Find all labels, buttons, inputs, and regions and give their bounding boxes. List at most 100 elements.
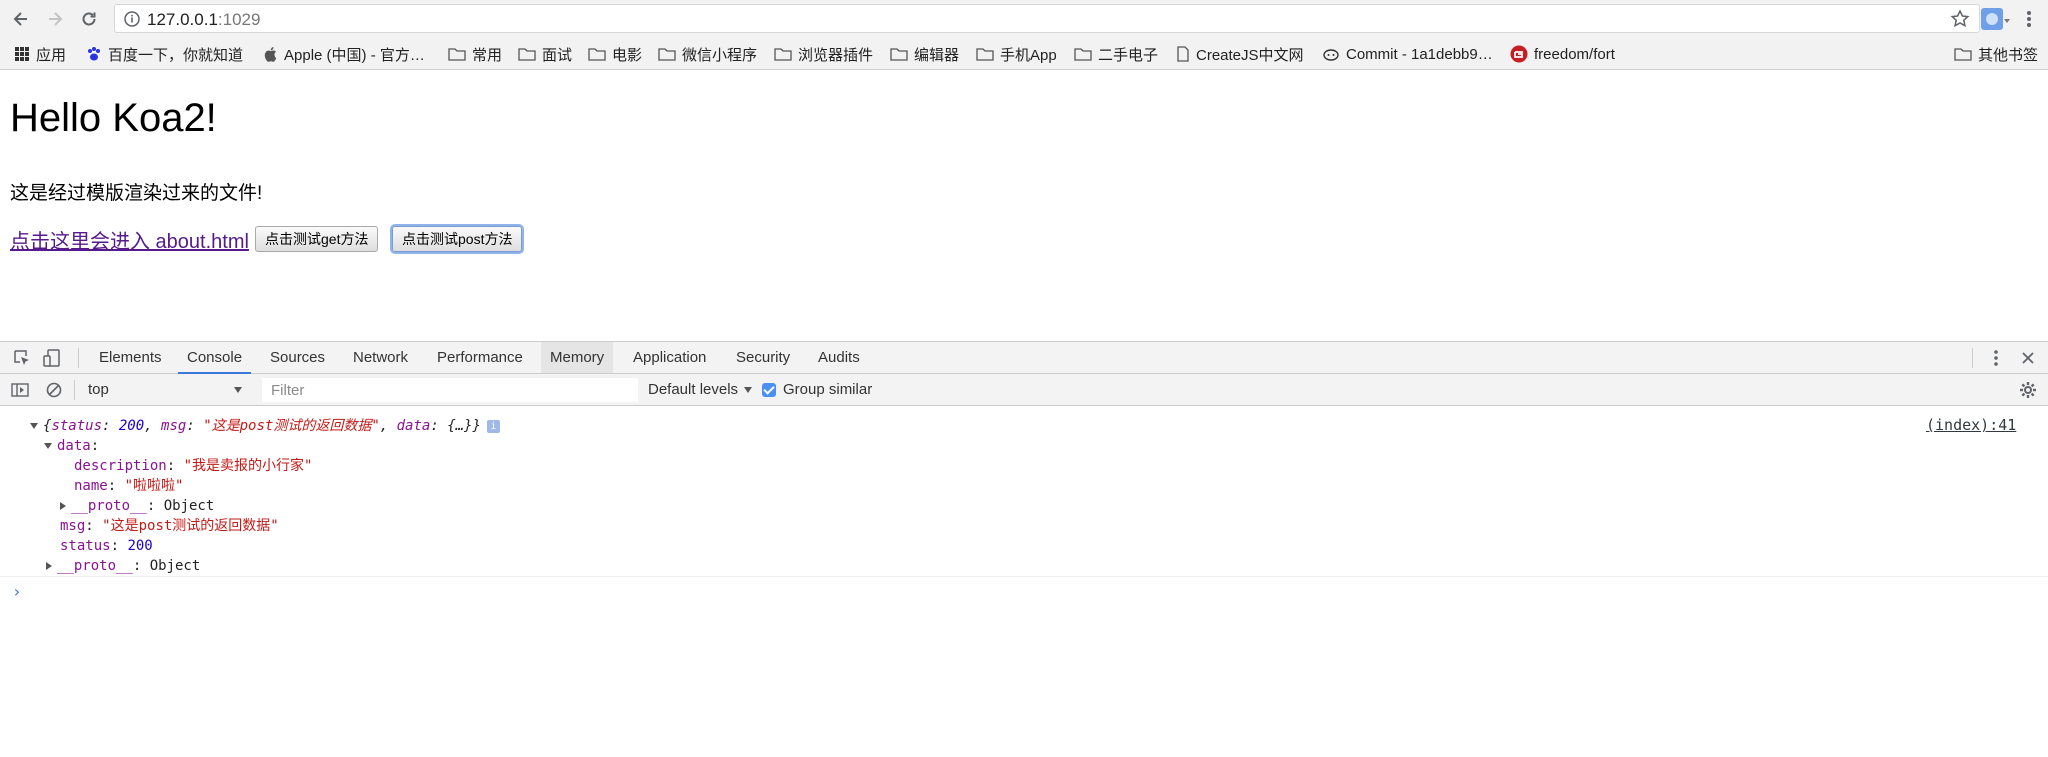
brace: } [472, 418, 481, 434]
tab-console[interactable]: Console [178, 342, 252, 374]
prop-key: data [57, 438, 91, 454]
prop-key: __proto__ [71, 498, 147, 514]
console-toolbar: top Default levels Group similar [0, 374, 2048, 406]
context-value: top [88, 381, 109, 398]
apps-grid-icon [15, 47, 29, 61]
expand-triangle-icon[interactable] [30, 423, 38, 429]
bookmark-label: 微信小程序 [682, 46, 758, 64]
bookmark-folder[interactable]: 面试 [518, 43, 572, 65]
summary-value: {…} [447, 418, 473, 434]
bookmark-other[interactable]: 其他书签 [1954, 43, 2038, 65]
folder-icon [658, 48, 676, 61]
url-text: 127.0.0.1:1029 [147, 10, 260, 30]
inspect-element-icon[interactable] [12, 348, 32, 368]
bookmark-folder[interactable]: 编辑器 [890, 43, 959, 65]
bookmark-gitee[interactable]: freedom/fort [1510, 43, 1615, 65]
folder-icon [976, 48, 994, 61]
vertical-dots-icon[interactable] [1986, 348, 2006, 368]
bookmark-commit[interactable]: Commit - 1a1debb9… [1322, 43, 1493, 65]
reload-button[interactable] [76, 6, 102, 32]
object-summary-row[interactable]: {status: 200, msg: "这是post测试的返回数据", data… [30, 416, 500, 436]
test-post-button[interactable]: 点击测试post方法 [392, 226, 523, 252]
gear-icon[interactable] [2018, 380, 2038, 400]
info-icon[interactable] [123, 10, 141, 28]
console-output: {status: 200, msg: "这是post测试的返回数据", data… [0, 406, 2048, 757]
folder-icon [1074, 48, 1092, 61]
sidebar-toggle-icon[interactable] [10, 380, 30, 400]
tab-sources[interactable]: Sources [261, 342, 334, 373]
device-toolbar-icon[interactable] [42, 348, 62, 368]
bookmark-folder[interactable]: 二手电子 [1074, 43, 1158, 65]
about-link[interactable]: 点击这里会进入 about.html [10, 225, 249, 254]
prop-key: status [60, 538, 111, 554]
apple-logo-icon [264, 47, 277, 62]
bookmark-label: 二手电子 [1098, 46, 1159, 64]
tab-application[interactable]: Application [624, 342, 715, 373]
url-host: 127.0.0.1 [147, 10, 218, 29]
bookmark-apps[interactable]: 应用 [14, 43, 66, 65]
toolbar-divider [78, 348, 79, 368]
star-icon[interactable] [1949, 8, 1971, 30]
toolbar-divider [1972, 348, 1973, 368]
prop-key: __proto__ [57, 558, 133, 574]
back-button[interactable] [8, 6, 34, 32]
bookmark-folder[interactable]: 手机App [976, 43, 1057, 65]
bookmark-label: 其他书签 [1978, 46, 2039, 64]
tree-row-proto[interactable]: __proto__: Object [60, 496, 214, 516]
bookmark-label: 面试 [542, 46, 573, 64]
bookmark-apple[interactable]: Apple (中国) - 官方… [264, 43, 425, 65]
prop-key: description [74, 458, 167, 474]
gitee-icon [1510, 45, 1528, 63]
tab-audits[interactable]: Audits [809, 342, 869, 373]
reload-icon [82, 12, 96, 26]
bookmark-label: 常用 [472, 46, 503, 64]
tree-row-data[interactable]: data: [44, 436, 99, 456]
prop-value: "我是卖报的小行家" [183, 458, 313, 474]
summary-value: "这是post测试的返回数据" [203, 418, 380, 434]
log-levels-dropdown[interactable]: Default levels [648, 379, 753, 401]
bookmark-baidu[interactable]: 百度一下，你就知道 [86, 43, 243, 65]
arrow-left-icon [13, 12, 27, 26]
tree-row-msg: msg: "这是post测试的返回数据" [60, 518, 279, 534]
bookmark-label: Commit - 1a1debb9… [1346, 45, 1493, 63]
tree-row-name: name: "啦啦啦" [74, 478, 184, 494]
message-divider [0, 576, 2048, 577]
collapsed-triangle-icon[interactable] [60, 502, 66, 510]
prop-value: Object [163, 498, 215, 514]
tab-memory[interactable]: Memory [541, 342, 614, 373]
url-port: :1029 [217, 10, 261, 29]
translate-extension-icon[interactable] [1981, 8, 2003, 30]
bookmark-folder[interactable]: 微信小程序 [658, 43, 757, 65]
group-similar-toggle[interactable]: Group similar [762, 379, 872, 401]
browser-menu-button[interactable] [2018, 8, 2040, 30]
forward-button[interactable] [42, 6, 68, 32]
collapsed-triangle-icon[interactable] [46, 562, 52, 570]
expand-triangle-icon[interactable] [44, 443, 52, 449]
tab-performance[interactable]: Performance [428, 342, 532, 373]
context-selector[interactable]: top [80, 379, 250, 401]
test-get-button[interactable]: 点击测试get方法 [255, 226, 379, 252]
tree-row-proto[interactable]: __proto__: Object [46, 556, 200, 576]
checkbox-checked-icon[interactable] [762, 383, 776, 397]
filter-input[interactable] [262, 378, 638, 402]
bookmark-createjs[interactable]: CreateJS中文网 [1176, 43, 1304, 65]
chevron-down-icon [744, 387, 753, 394]
tab-security[interactable]: Security [727, 342, 799, 373]
prop-key: name [74, 478, 108, 494]
devtools-panel: Elements Console Sources Network Perform… [0, 341, 2048, 756]
bookmark-folder[interactable]: 电影 [588, 43, 642, 65]
bookmark-folder[interactable]: 浏览器插件 [774, 43, 873, 65]
source-link[interactable]: (index):41 [1926, 416, 2016, 434]
tab-elements[interactable]: Elements [90, 342, 171, 373]
chevron-down-icon [234, 387, 242, 393]
bookmark-label: Apple (中国) - 官方… [284, 46, 425, 64]
page-title: Hello Koa2! [10, 96, 217, 140]
bookmark-label: 浏览器插件 [798, 46, 874, 64]
console-prompt-icon[interactable]: › [12, 582, 22, 601]
close-icon[interactable] [2018, 348, 2038, 368]
clear-console-icon[interactable] [44, 380, 64, 400]
bookmark-folder[interactable]: 常用 [448, 43, 502, 65]
tab-network[interactable]: Network [344, 342, 417, 373]
address-bar[interactable]: 127.0.0.1:1029 [114, 4, 1980, 33]
info-badge-icon[interactable]: i [486, 419, 500, 433]
